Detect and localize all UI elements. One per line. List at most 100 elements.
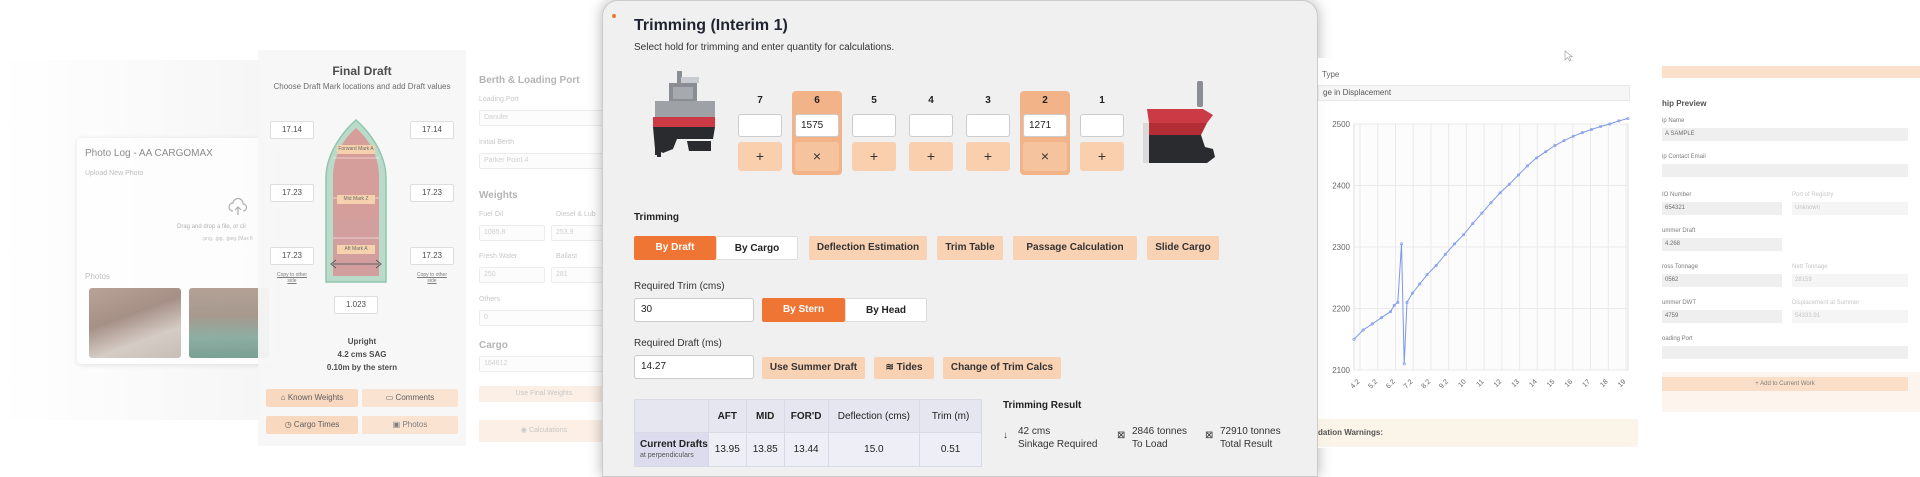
slide-cargo-button[interactable]: Slide Cargo xyxy=(1147,236,1219,260)
draft-input-fwd-port[interactable]: 17.14 xyxy=(270,121,314,139)
required-trim-input[interactable]: 30 xyxy=(634,298,754,322)
ship-field-input[interactable]: 4.268 xyxy=(1662,238,1782,251)
draft-input-aft-port[interactable]: 17.23 xyxy=(270,247,314,265)
add-hold-button[interactable]: + xyxy=(1080,142,1124,171)
ship-field-input[interactable]: 654321 xyxy=(1662,202,1782,215)
initial-berth-input[interactable]: Parker Point 4 xyxy=(479,153,609,169)
add-hold-button[interactable]: + xyxy=(966,142,1010,171)
hold-5[interactable]: 5 + xyxy=(849,91,899,175)
required-draft-input[interactable]: 14.27 xyxy=(634,355,754,379)
trimming-result-title: Trimming Result xyxy=(1003,400,1082,411)
hold-1[interactable]: 1 + xyxy=(1077,91,1127,175)
hold-number: 3 xyxy=(985,95,991,106)
change-of-trim-calcs-button[interactable]: Change of Trim Calcs xyxy=(943,357,1061,379)
calculations-label: Calculations xyxy=(528,427,568,434)
ship-side-field-input[interactable]: 54333.91 xyxy=(1792,310,1908,323)
add-hold-button[interactable]: + xyxy=(909,142,953,171)
upload-photo-label[interactable]: Upload New Photo xyxy=(85,170,143,177)
others-input[interactable]: 0 xyxy=(479,310,609,326)
hold-quantity-input[interactable] xyxy=(966,114,1010,137)
known-weights-button[interactable]: ⌂ Known Weights xyxy=(266,389,358,407)
hold-quantity-input[interactable]: 1271 xyxy=(1023,114,1067,137)
cell-ford: 13.44 xyxy=(783,432,829,467)
chart-x-tick-label: 7.2 xyxy=(1403,378,1415,390)
photo-thumbnail[interactable] xyxy=(189,288,269,358)
final-draft-panel: Final Draft Choose Draft Mark locations … xyxy=(258,50,466,446)
initial-berth-label: Initial Berth xyxy=(479,139,515,146)
cargo-times-button[interactable]: ◷ Cargo Times xyxy=(266,416,358,434)
ship-bow-icon xyxy=(1143,81,1215,163)
cursor-icon xyxy=(1564,50,1574,62)
trimming-modal: Trimming (Interim 1) Select hold for tri… xyxy=(602,0,1318,477)
remove-hold-button[interactable]: × xyxy=(795,142,839,171)
draft-mark-forward[interactable]: Forward Mark A xyxy=(337,145,375,154)
tab-by-draft[interactable]: By Draft xyxy=(634,236,716,260)
hold-quantity-input[interactable] xyxy=(1080,114,1124,137)
chart-x-tick-label: 16 xyxy=(1564,378,1575,389)
copy-to-other-side-right[interactable]: Copy to other side xyxy=(412,272,452,284)
hold-3[interactable]: 3 + xyxy=(963,91,1013,175)
ship-field-input[interactable]: A SAMPLE xyxy=(1662,128,1908,141)
draft-input-mid-stbd[interactable]: 17.23 xyxy=(410,184,454,202)
draft-mark-aft[interactable]: Aft Mark A xyxy=(337,245,375,254)
deflection-estimation-button[interactable]: Deflection Estimation xyxy=(809,236,927,260)
ship-field-input[interactable] xyxy=(1662,164,1908,177)
cargo-input[interactable]: 164612 xyxy=(479,356,609,372)
chart-x-tick-label: 19 xyxy=(1617,378,1628,389)
hold-quantity-input[interactable] xyxy=(909,114,953,137)
loading-port-input[interactable]: Danuler xyxy=(479,110,609,126)
comments-button[interactable]: ▭ Comments xyxy=(362,389,458,407)
passage-calculation-button[interactable]: Passage Calculation xyxy=(1013,236,1137,260)
add-hold-button[interactable]: + xyxy=(852,142,896,171)
by-head-toggle[interactable]: By Head xyxy=(845,298,927,322)
ship-field-label: IO Number xyxy=(1662,192,1692,198)
tab-by-cargo[interactable]: By Cargo xyxy=(716,236,798,260)
fresh-water-input[interactable]: 250 xyxy=(479,267,545,283)
ship-field-input[interactable]: 4759 xyxy=(1662,310,1782,323)
tides-button[interactable]: ≋ Tides xyxy=(874,357,934,379)
draft-input-aft-stbd[interactable]: 17.23 xyxy=(410,247,454,265)
add-hold-button[interactable]: + xyxy=(738,142,782,171)
hold-number: 5 xyxy=(871,95,877,106)
draft-input-mid-port[interactable]: 17.23 xyxy=(270,184,314,202)
draft-mark-mid[interactable]: Mid Mark Z xyxy=(337,195,375,204)
chart-type-select[interactable]: ge in Displacement xyxy=(1318,85,1630,101)
chart-x-tick-label: 14 xyxy=(1528,378,1539,389)
hold-quantity-input[interactable]: 1575 xyxy=(795,114,839,137)
draft-input-fwd-stbd[interactable]: 17.14 xyxy=(410,121,454,139)
copy-to-other-side-left[interactable]: Copy to other side xyxy=(272,272,312,284)
use-summer-draft-button[interactable]: Use Summer Draft xyxy=(762,357,865,379)
density-input[interactable]: 1.023 xyxy=(334,296,378,314)
ship-side-field-input[interactable]: Unknown xyxy=(1792,202,1908,215)
hold-4[interactable]: 4 + xyxy=(906,91,956,175)
hold-2[interactable]: 2 1271 × xyxy=(1020,91,1070,175)
cell-deflection: 15.0 xyxy=(827,432,921,467)
table-header-aft: AFT xyxy=(707,399,747,433)
hold-quantity-input[interactable] xyxy=(738,114,782,137)
hold-7[interactable]: 7 + xyxy=(735,91,785,175)
photo-thumbnail[interactable] xyxy=(89,288,181,358)
by-stern-toggle[interactable]: By Stern xyxy=(762,298,845,322)
trim-table-button[interactable]: Trim Table xyxy=(937,236,1003,260)
ship-field-label: ross Tonnage xyxy=(1662,264,1698,270)
hold-6[interactable]: 6 1575 × xyxy=(792,91,842,175)
remove-hold-button[interactable]: × xyxy=(1023,142,1067,171)
table-header-mid: MID xyxy=(745,399,785,433)
result-total-label: Total Result xyxy=(1220,439,1273,450)
ship-field-input[interactable] xyxy=(1662,346,1908,359)
hold-quantity-input[interactable] xyxy=(852,114,896,137)
chart-x-tick-label: 5.2 xyxy=(1367,378,1379,390)
arrow-down-icon: ↓ xyxy=(1003,430,1008,441)
cloud-upload-icon[interactable] xyxy=(227,196,249,218)
hold-number: 4 xyxy=(928,95,934,106)
fuel-oil-input[interactable]: 1085.8 xyxy=(479,225,545,241)
ship-side-field-input[interactable]: 28159 xyxy=(1792,274,1908,287)
ship-field-input[interactable]: 0562 xyxy=(1662,274,1782,287)
ship-field-label: ip Contact Email xyxy=(1662,154,1706,160)
photos-button[interactable]: ▣ Photos xyxy=(362,416,458,434)
calculations-button[interactable]: ◉ Calculations xyxy=(479,420,609,442)
use-final-weights-button[interactable]: Use Final Weights xyxy=(479,386,609,402)
add-to-current-work-button[interactable]: + Add to Current Work xyxy=(1662,377,1908,391)
chart-panel: Type ge in Displacement 2100 2200 2300 2400… xyxy=(1318,58,1638,448)
table-header-trim: Trim (m) xyxy=(919,399,982,433)
